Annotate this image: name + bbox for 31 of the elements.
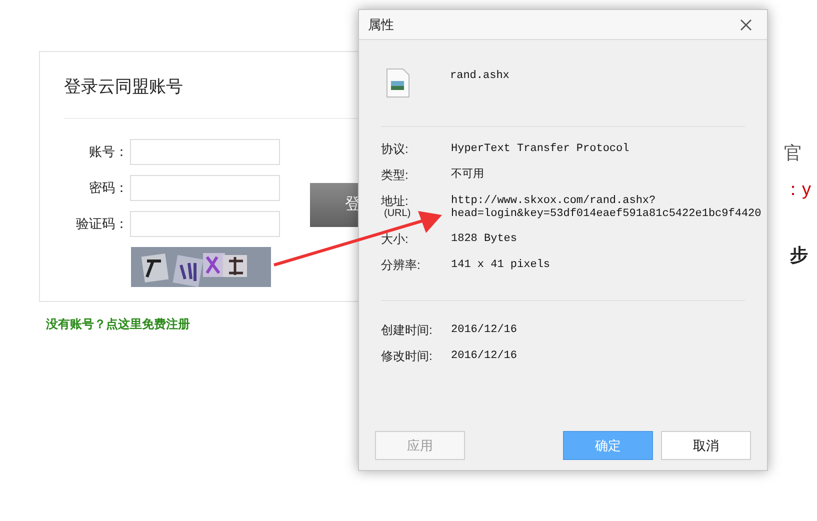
field-label: 账号： xyxy=(88,143,129,162)
field-label: 验证码： xyxy=(75,215,129,234)
input-field[interactable] xyxy=(130,211,280,237)
property-value: 2016/12/16 xyxy=(451,323,518,337)
image-file-icon xyxy=(386,68,410,98)
field-label: 密码： xyxy=(88,179,129,198)
property-value: head=login&key=53df014eaef591a81c5422e1bc9f4420 xyxy=(451,208,762,220)
dialog-button[interactable]: 取消 xyxy=(661,431,751,460)
dialog-button[interactable]: 确定 xyxy=(563,431,653,460)
side-text: 步 xyxy=(790,244,809,268)
input-field[interactable] xyxy=(130,139,280,165)
register-link[interactable]: 没有账号？点这里免费注册 xyxy=(46,315,190,333)
property-value: 2016/12/16 xyxy=(451,349,518,363)
window-title: 属性 xyxy=(368,16,394,34)
close-icon[interactable] xyxy=(740,18,752,30)
property-value: 141 x 41 pixels xyxy=(451,258,550,272)
side-text: 官 xyxy=(784,142,803,165)
side-text: ：y xyxy=(784,178,811,201)
input-field[interactable] xyxy=(130,175,280,201)
file-name: rand.ashx xyxy=(450,69,510,84)
property-value: 不可用 xyxy=(451,168,484,182)
property-label: 大小: xyxy=(381,232,410,246)
property-label: 类型: xyxy=(381,168,410,182)
property-value: 1828 Bytes xyxy=(451,232,518,246)
property-value: http://www.skxox.com/rand.ashx? xyxy=(451,194,657,208)
property-label: 创建时间: xyxy=(381,323,434,337)
property-value: HyperText Transfer Protocol xyxy=(451,142,630,156)
property-label: 协议: xyxy=(381,142,410,156)
property-label: 分辨率: xyxy=(381,258,422,272)
property-label: 修改时间: xyxy=(381,349,434,363)
login-title: 登录云同盟账号 xyxy=(64,77,183,96)
